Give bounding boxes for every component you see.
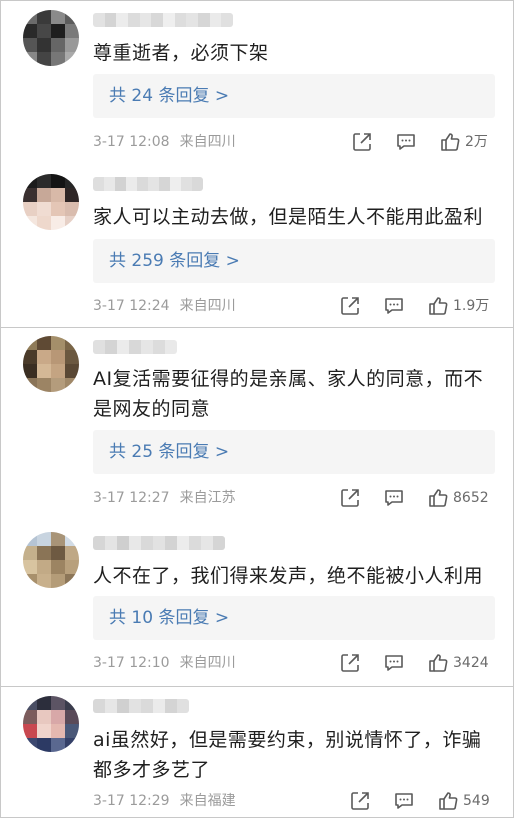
comment-meta: 3-17 12:10 来自四川 [93,653,236,673]
like-count: 549 [463,793,490,809]
comment-icon [395,793,413,809]
thumbs-up-icon [429,489,448,507]
replies-link[interactable]: 共 259 条回复 > [93,239,495,283]
avatar[interactable] [23,174,79,230]
comment-meta: 3-17 12:29 来自福建 [93,791,236,811]
comment-text: 尊重逝者，必须下架 [93,42,269,64]
like-button[interactable]: 1.9万 [427,295,489,317]
username-blurred[interactable] [93,536,225,550]
like-count: 8652 [453,490,489,506]
comment-button[interactable] [383,295,405,317]
comment-group-1: 尊重逝者，必须下架 共 24 条回复 > 3-17 12:08 来自四川 2万 [0,0,514,330]
replies-link[interactable]: 共 10 条回复 > [93,596,495,640]
thumbs-up-icon [441,133,460,151]
comment-meta: 3-17 12:08 来自四川 [93,132,236,152]
comment-button[interactable] [393,790,415,812]
username-blurred[interactable] [93,699,189,713]
comment-time: 3-17 12:27 [93,490,170,506]
comment-icon [397,134,415,150]
avatar[interactable] [23,532,79,588]
avatar[interactable] [23,696,79,752]
avatar[interactable] [23,336,79,392]
username-blurred[interactable] [93,340,177,354]
comment-location: 来自江苏 [179,490,236,506]
share-icon [341,297,359,315]
share-button[interactable] [339,652,361,674]
comment-button[interactable] [383,487,405,509]
comment-text: AI复活需要征得的是亲属、家人的同意，而不是网友的同意 [93,368,484,420]
comment-meta: 3-17 12:27 来自江苏 [93,488,236,508]
thumbs-up-icon [429,297,448,315]
share-button[interactable] [339,295,361,317]
share-icon [351,792,369,810]
share-button[interactable] [339,487,361,509]
comment-button[interactable] [383,652,405,674]
avatar[interactable] [23,10,79,66]
share-button[interactable] [349,790,371,812]
comment-time: 3-17 12:10 [93,655,170,671]
comment-time: 3-17 12:24 [93,298,170,314]
username-blurred[interactable] [93,177,203,191]
like-button[interactable]: 549 [437,790,490,812]
thumbs-up-icon [439,792,458,810]
comment-time: 3-17 12:29 [93,793,170,809]
comment-meta: 3-17 12:24 来自四川 [93,296,236,316]
comment-location: 来自四川 [179,134,236,150]
like-count: 2万 [465,134,488,150]
comment-text: 家人可以主动去做，但是陌生人不能用此盈利 [93,206,484,228]
comment-location: 来自四川 [179,655,236,671]
share-icon [341,654,359,672]
replies-link[interactable]: 共 25 条回复 > [93,430,495,474]
like-count: 1.9万 [453,298,490,314]
comment-group-2: AI复活需要征得的是亲属、家人的同意，而不是网友的同意 共 25 条回复 > 3… [0,327,514,689]
comment-location: 来自福建 [179,793,236,809]
share-button[interactable] [351,131,373,153]
share-icon [353,133,371,151]
comment-group-3: ai虽然好，但是需要约束，别说情怀了，诈骗都多才多艺了 3-17 12:29 来自… [0,686,514,818]
comment-text: ai虽然好，但是需要约束，别说情怀了，诈骗都多才多艺了 [93,729,482,781]
comment-screenshot: 尊重逝者，必须下架 共 24 条回复 > 3-17 12:08 来自四川 2万 [0,0,514,818]
like-button[interactable]: 8652 [427,487,489,509]
like-button[interactable]: 3424 [427,652,489,674]
comment-icon [385,490,403,506]
comment-icon [385,655,403,671]
comment-time: 3-17 12:08 [93,134,170,150]
comment-text: 人不在了，我们得来发声，绝不能被小人利用 [93,565,484,587]
like-count: 3424 [453,655,489,671]
comment-button[interactable] [395,131,417,153]
like-button[interactable]: 2万 [439,131,488,153]
comment-location: 来自四川 [179,298,236,314]
comment-icon [385,298,403,314]
username-blurred[interactable] [93,13,233,27]
replies-link[interactable]: 共 24 条回复 > [93,74,495,118]
share-icon [341,489,359,507]
thumbs-up-icon [429,654,448,672]
